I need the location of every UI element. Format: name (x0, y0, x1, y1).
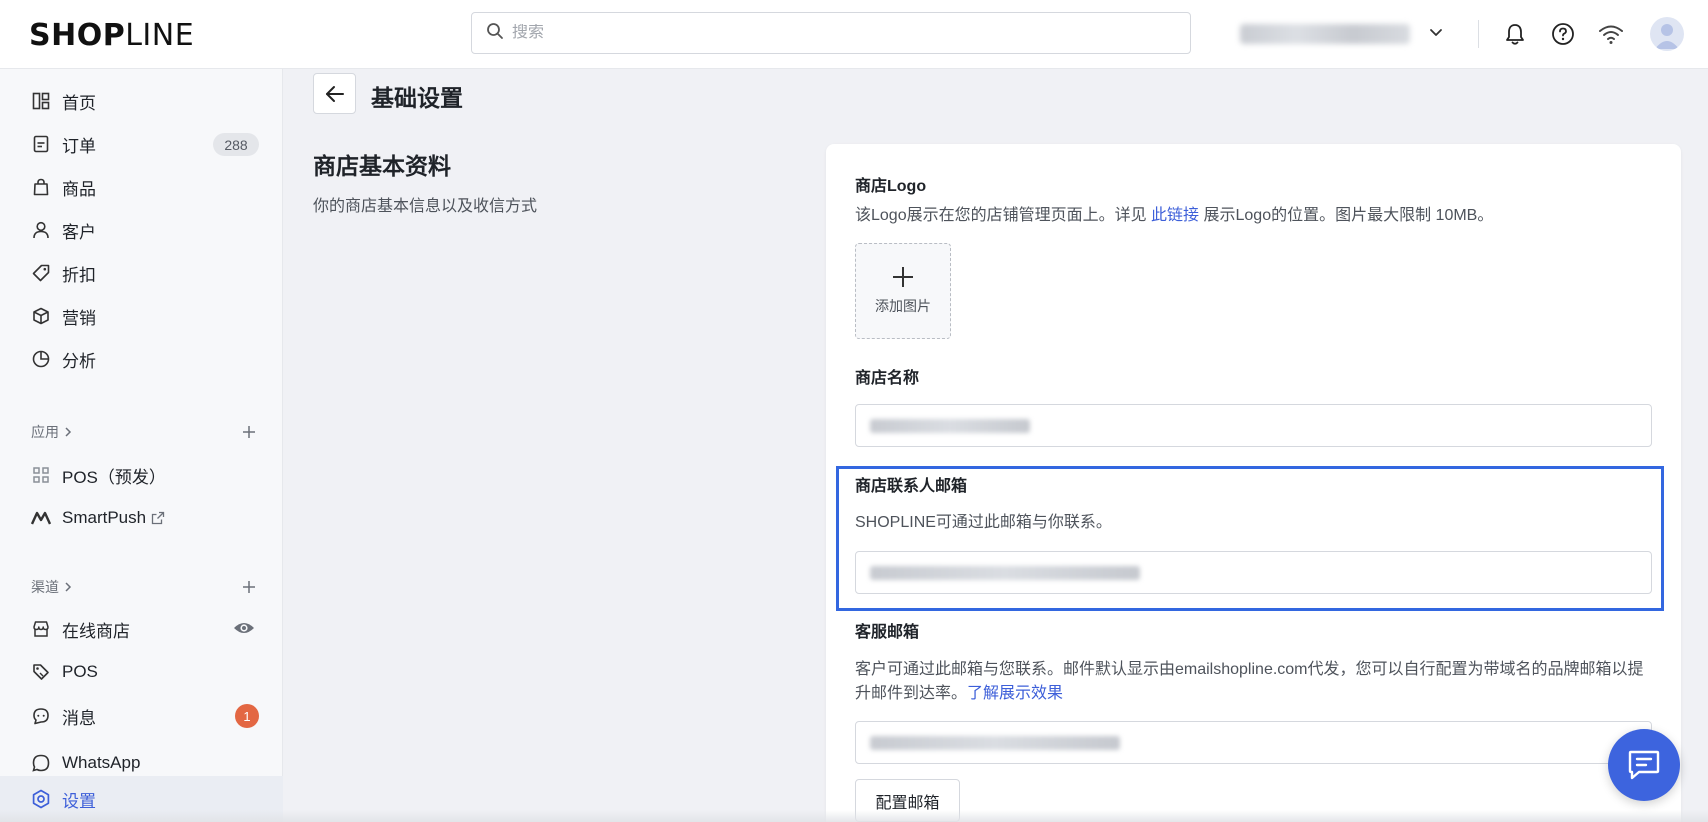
cube-icon (30, 305, 52, 327)
sidebar-item-smartpush[interactable]: SmartPush (0, 498, 283, 538)
add-image-label: 添加图片 (875, 298, 931, 314)
sidebar-item-pos[interactable]: POS (0, 652, 283, 692)
chevron-right-icon (63, 581, 73, 593)
sidebar-item-analytics[interactable]: 分析 (0, 339, 283, 379)
sidebar-item-products[interactable]: 商品 (0, 167, 283, 207)
arrow-left-icon (325, 85, 345, 103)
store-name-blurred (1240, 24, 1410, 44)
settings-icon (30, 788, 52, 810)
avatar[interactable] (1650, 17, 1684, 51)
logo-label: 商店Logo (855, 178, 927, 195)
top-bar: SHOP LINE (0, 0, 1708, 69)
add-app-icon[interactable] (237, 420, 261, 444)
page-title: 基础设置 (371, 85, 463, 111)
order-icon (30, 133, 52, 155)
chevron-right-icon (63, 426, 73, 438)
sidebar-item-whatsapp[interactable]: WhatsApp (0, 740, 283, 774)
service-email-input[interactable] (855, 721, 1652, 764)
sidebar-item-orders[interactable]: 订单 288 (0, 124, 283, 164)
section-title: 商店基本资料 (313, 153, 451, 179)
bag-icon (30, 176, 52, 198)
add-image-upload[interactable]: 添加图片 (855, 243, 951, 339)
store-name-label: 商店名称 (855, 370, 920, 387)
learn-display-effect-link[interactable]: 了解展示效果 (967, 685, 1063, 702)
eye-icon[interactable] (233, 619, 255, 637)
sidebar-item-label: SmartPush (62, 508, 147, 527)
sidebar-item-label: 设置 (62, 791, 96, 811)
chat-icon (1627, 749, 1661, 781)
sidebar-item-label: WhatsApp (62, 753, 141, 772)
apps-section-header[interactable]: 应用 (31, 420, 261, 444)
search-input[interactable] (512, 24, 1190, 42)
wifi-icon[interactable] (1597, 20, 1625, 48)
bell-icon[interactable] (1501, 20, 1529, 48)
store-switcher[interactable] (1240, 20, 1444, 48)
sidebar-item-label: 首页 (62, 93, 96, 113)
search-box[interactable] (471, 12, 1191, 54)
store-icon (30, 618, 52, 640)
plus-icon (892, 266, 914, 288)
sidebar-item-home[interactable]: 首页 (0, 81, 283, 121)
store-info-card: 商店Logo 该Logo展示在您的店铺管理页面上。详见 此链接 展示Logo的位… (826, 144, 1681, 822)
sidebar-item-marketing[interactable]: 营销 (0, 296, 283, 336)
sidebar-item-label: 消息 (62, 708, 96, 728)
help-icon[interactable] (1549, 20, 1577, 48)
shopline-logo[interactable]: SHOP LINE (29, 17, 194, 53)
apps-section-label: 应用 (31, 424, 59, 440)
channels-section-label: 渠道 (31, 579, 59, 595)
whatsapp-icon (30, 752, 52, 774)
sidebar-item-online-store[interactable]: 在线商店 (0, 609, 283, 649)
sidebar-item-discounts[interactable]: 折扣 (0, 253, 283, 293)
contact-email-input[interactable] (855, 551, 1652, 594)
message-icon (30, 705, 52, 727)
sidebar-item-label: 客户 (62, 222, 96, 242)
store-name-input[interactable] (855, 404, 1652, 447)
pie-chart-icon (30, 348, 52, 370)
sidebar-item-label: 商品 (62, 179, 96, 199)
channels-section-header[interactable]: 渠道 (31, 575, 261, 599)
service-email-label: 客服邮箱 (855, 624, 920, 641)
logo-desc-text: 该Logo展示在您的店铺管理页面上。详见 (855, 207, 1152, 224)
pos-tag-icon (30, 661, 52, 683)
sidebar-item-label: 分析 (62, 351, 96, 371)
sidebar-item-label: POS（预发） (62, 467, 166, 487)
smartpush-icon (30, 507, 52, 529)
chevron-down-icon (1428, 24, 1444, 45)
apps-grid-icon (30, 464, 52, 486)
sidebar-item-label: 在线商店 (62, 621, 130, 641)
sidebar-item-label: 订单 (62, 136, 96, 156)
sidebar-item-customers[interactable]: 客户 (0, 210, 283, 250)
orders-count-badge: 288 (213, 133, 259, 156)
service-email-description: 客户可通过此邮箱与您联系。邮件默认显示由emailshopline.com代发，… (855, 658, 1655, 706)
sidebar-item-messages[interactable]: 消息 1 (0, 696, 283, 736)
contact-email-value-blurred (870, 565, 1140, 580)
service-email-value-blurred (870, 735, 1120, 750)
logo-text-light: LINE (125, 17, 195, 53)
sidebar-item-pos-preview[interactable]: POS（预发） (0, 455, 283, 495)
bottom-scroll-fade (0, 810, 1708, 822)
back-button[interactable] (313, 73, 356, 114)
section-description: 你的商店基本信息以及收信方式 (313, 198, 538, 215)
contact-email-description: SHOPLINE可通过此邮箱与你联系。 (855, 514, 1112, 531)
logo-desc-text-suffix: 展示Logo的位置。图片最大限制 10MB。 (1199, 207, 1494, 224)
logo-position-link[interactable]: 此链接 (1151, 207, 1199, 224)
tag-icon (30, 262, 52, 284)
search-icon (486, 22, 504, 45)
dashboard-icon (30, 90, 52, 112)
messages-count-badge: 1 (235, 704, 259, 728)
chat-support-button[interactable] (1608, 729, 1680, 801)
logo-description: 该Logo展示在您的店铺管理页面上。详见 此链接 展示Logo的位置。图片最大限… (855, 204, 1493, 228)
sidebar-item-label: 营销 (62, 308, 96, 328)
contact-email-label: 商店联系人邮箱 (855, 478, 968, 495)
person-icon (30, 219, 52, 241)
sidebar: 首页 订单 288 商品 客户 折扣 营销 分析 应用 POS（预发） Smar… (0, 69, 283, 822)
external-link-icon (151, 511, 165, 525)
sidebar-item-label: 折扣 (62, 265, 96, 285)
logo-text-bold: SHOP (29, 17, 126, 53)
store-name-value-blurred (870, 418, 1030, 433)
topbar-divider (1478, 20, 1479, 48)
add-channel-icon[interactable] (237, 575, 261, 599)
sidebar-item-label: POS (62, 662, 98, 681)
